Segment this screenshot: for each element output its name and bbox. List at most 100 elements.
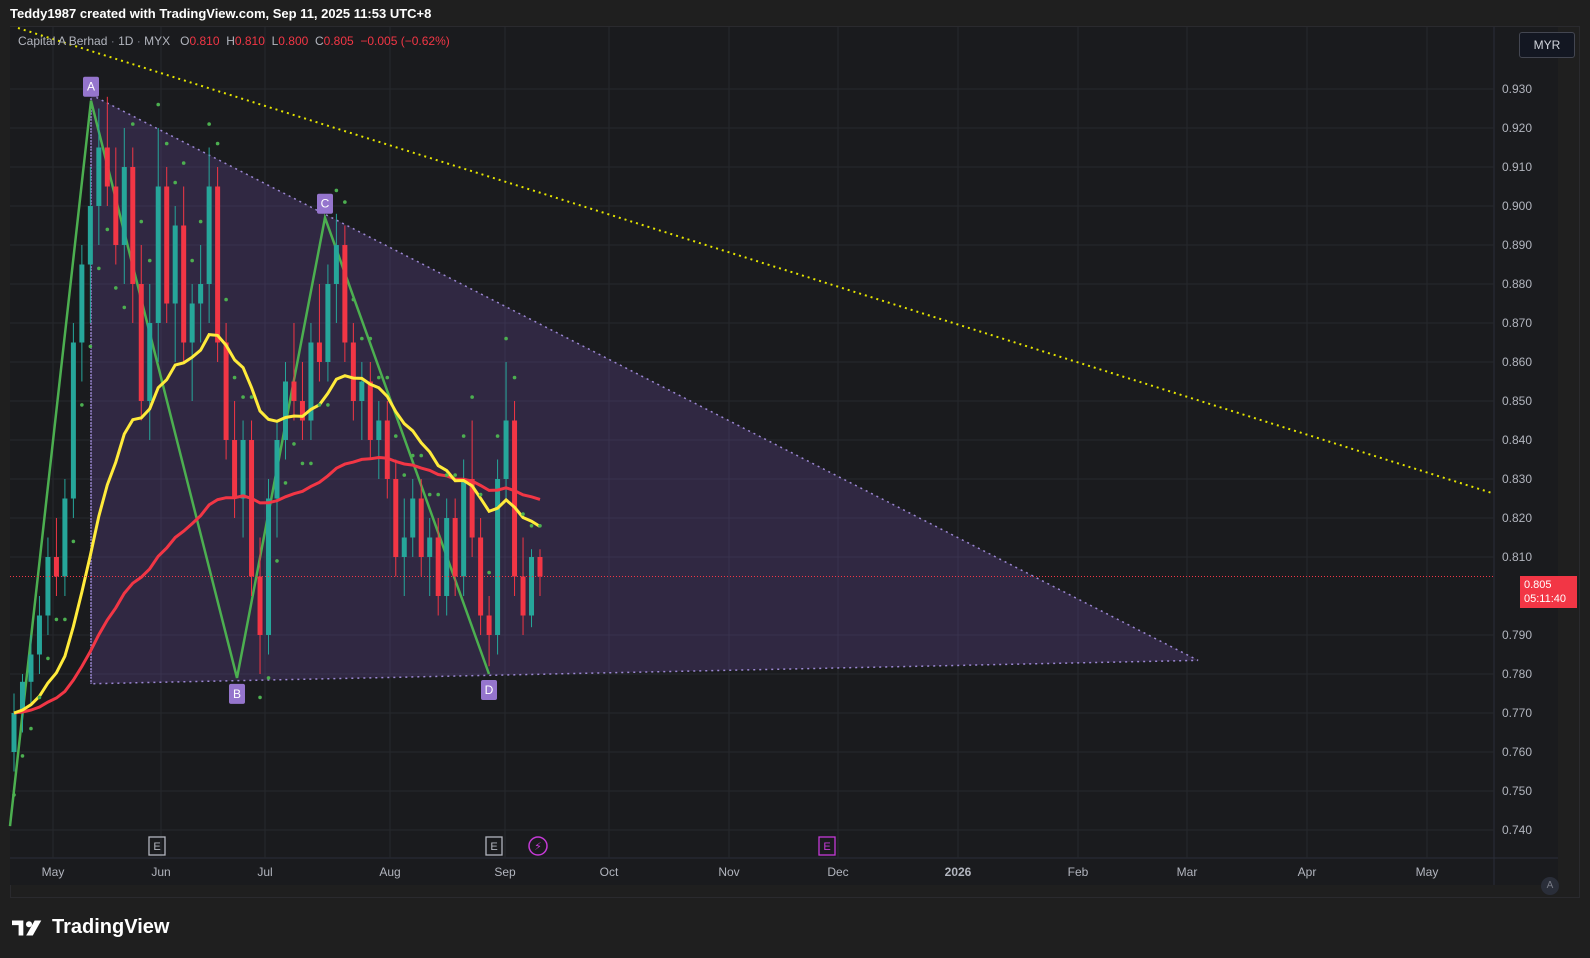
y-tick-label: 0.900 <box>1502 199 1532 213</box>
y-tick-label: 0.920 <box>1502 121 1532 135</box>
point-label-b: B <box>229 683 245 704</box>
sar-dot <box>343 200 347 204</box>
candle-body <box>316 342 322 362</box>
y-tick-label: 0.740 <box>1502 823 1532 837</box>
candle-body <box>198 284 204 304</box>
sar-dot <box>410 453 415 458</box>
candle-body <box>223 342 229 440</box>
high-label: H <box>226 34 235 48</box>
sar-dot <box>147 258 152 263</box>
candle-body <box>495 479 501 635</box>
sar-dot <box>512 375 517 380</box>
x-tick-label: Mar <box>1177 865 1198 879</box>
sar-dot <box>232 375 237 380</box>
sar-dot <box>385 375 390 380</box>
sar-dot <box>207 122 211 126</box>
candle-body <box>359 381 365 401</box>
sar-dot <box>402 473 407 477</box>
candle-body <box>206 186 212 284</box>
sar-dot <box>487 570 491 575</box>
sar-dot <box>309 461 313 466</box>
candle-body <box>45 557 51 616</box>
candle-body <box>79 264 85 343</box>
candle-body <box>529 557 535 616</box>
low-value: 0.800 <box>278 34 309 48</box>
sar-dot <box>80 403 84 407</box>
candle-body <box>461 479 467 577</box>
candle-body <box>155 186 161 323</box>
sar-dot <box>360 336 364 341</box>
point-label-text: A <box>87 80 95 94</box>
sar-dot <box>130 122 135 126</box>
sar-dot <box>300 461 305 466</box>
candle-body <box>232 440 238 499</box>
auto-scale-button[interactable]: A <box>1541 877 1559 895</box>
candle-body <box>164 186 170 304</box>
candle-body <box>291 381 297 401</box>
candle-body <box>70 342 76 499</box>
candle-body <box>418 498 424 557</box>
candle-body <box>189 303 195 343</box>
candle-body <box>342 245 348 343</box>
sar-dot <box>249 395 254 399</box>
sar-dot <box>139 219 144 224</box>
close-value: 0.805 <box>323 34 354 48</box>
y-tick-label: 0.860 <box>1502 355 1532 369</box>
open-label: O <box>180 34 190 48</box>
sar-dot <box>20 754 25 758</box>
sar-dot <box>444 473 449 477</box>
sar-dot <box>29 726 33 731</box>
symbol-name[interactable]: Capital A Berhad <box>18 34 107 48</box>
sar-dot <box>283 481 288 485</box>
candle-body <box>147 323 153 401</box>
sar-dot <box>529 524 534 528</box>
y-tick-label: 0.870 <box>1502 316 1532 330</box>
y-tick-label: 0.850 <box>1502 394 1532 408</box>
candle-body <box>87 206 93 265</box>
candle-body <box>53 557 59 577</box>
point-label-text: B <box>233 687 241 701</box>
currency-button[interactable]: MYR <box>1519 32 1575 58</box>
candle-body <box>240 440 246 499</box>
sar-dot <box>377 375 381 380</box>
x-tick-label: Oct <box>600 865 619 879</box>
candle-body <box>181 225 187 343</box>
candle-body <box>503 420 509 479</box>
sar-dot <box>46 656 50 661</box>
y-tick-label: 0.820 <box>1502 511 1532 525</box>
candle-body <box>215 186 221 343</box>
candle-body <box>410 498 416 538</box>
sar-dot <box>224 297 228 302</box>
x-tick-label: 2026 <box>945 865 972 879</box>
interval[interactable]: 1D <box>118 34 133 48</box>
sar-dot <box>71 539 76 544</box>
price-chart[interactable]: 0.930 0.920 0.910 0.900 0.890 0.880 0.870 0.860… <box>0 0 1590 958</box>
last-price-label: 0.805 05:11:40 <box>1520 576 1577 608</box>
sar-dot <box>258 695 262 700</box>
candle-body <box>130 167 136 284</box>
candle-body <box>376 420 382 440</box>
x-tick-label: Jun <box>151 865 170 879</box>
sar-dot <box>292 442 296 446</box>
candle-body <box>452 518 458 577</box>
candle-body <box>367 381 373 440</box>
y-tick-label: 0.770 <box>1502 706 1532 720</box>
sar-dot <box>334 188 339 193</box>
candle-body <box>333 245 339 284</box>
change-value: −0.005 (−0.62%) <box>360 34 450 48</box>
candle-body <box>384 420 390 479</box>
sar-dot <box>351 297 356 302</box>
y-tick-label: 0.810 <box>1502 550 1532 564</box>
y-tick-label: 0.830 <box>1502 472 1532 486</box>
tradingview-logo[interactable]: TradingView <box>12 916 169 939</box>
dividend-icon-glyph: ⚡ <box>534 840 542 853</box>
sar-dot <box>190 258 194 263</box>
candle-body <box>444 518 450 596</box>
sar-dot <box>521 512 525 516</box>
sar-dot <box>63 617 67 622</box>
sar-dot <box>453 473 457 477</box>
sar-dot <box>326 403 330 407</box>
high-value: 0.810 <box>234 34 265 48</box>
candle-body <box>172 225 178 304</box>
candle-body <box>113 186 119 245</box>
